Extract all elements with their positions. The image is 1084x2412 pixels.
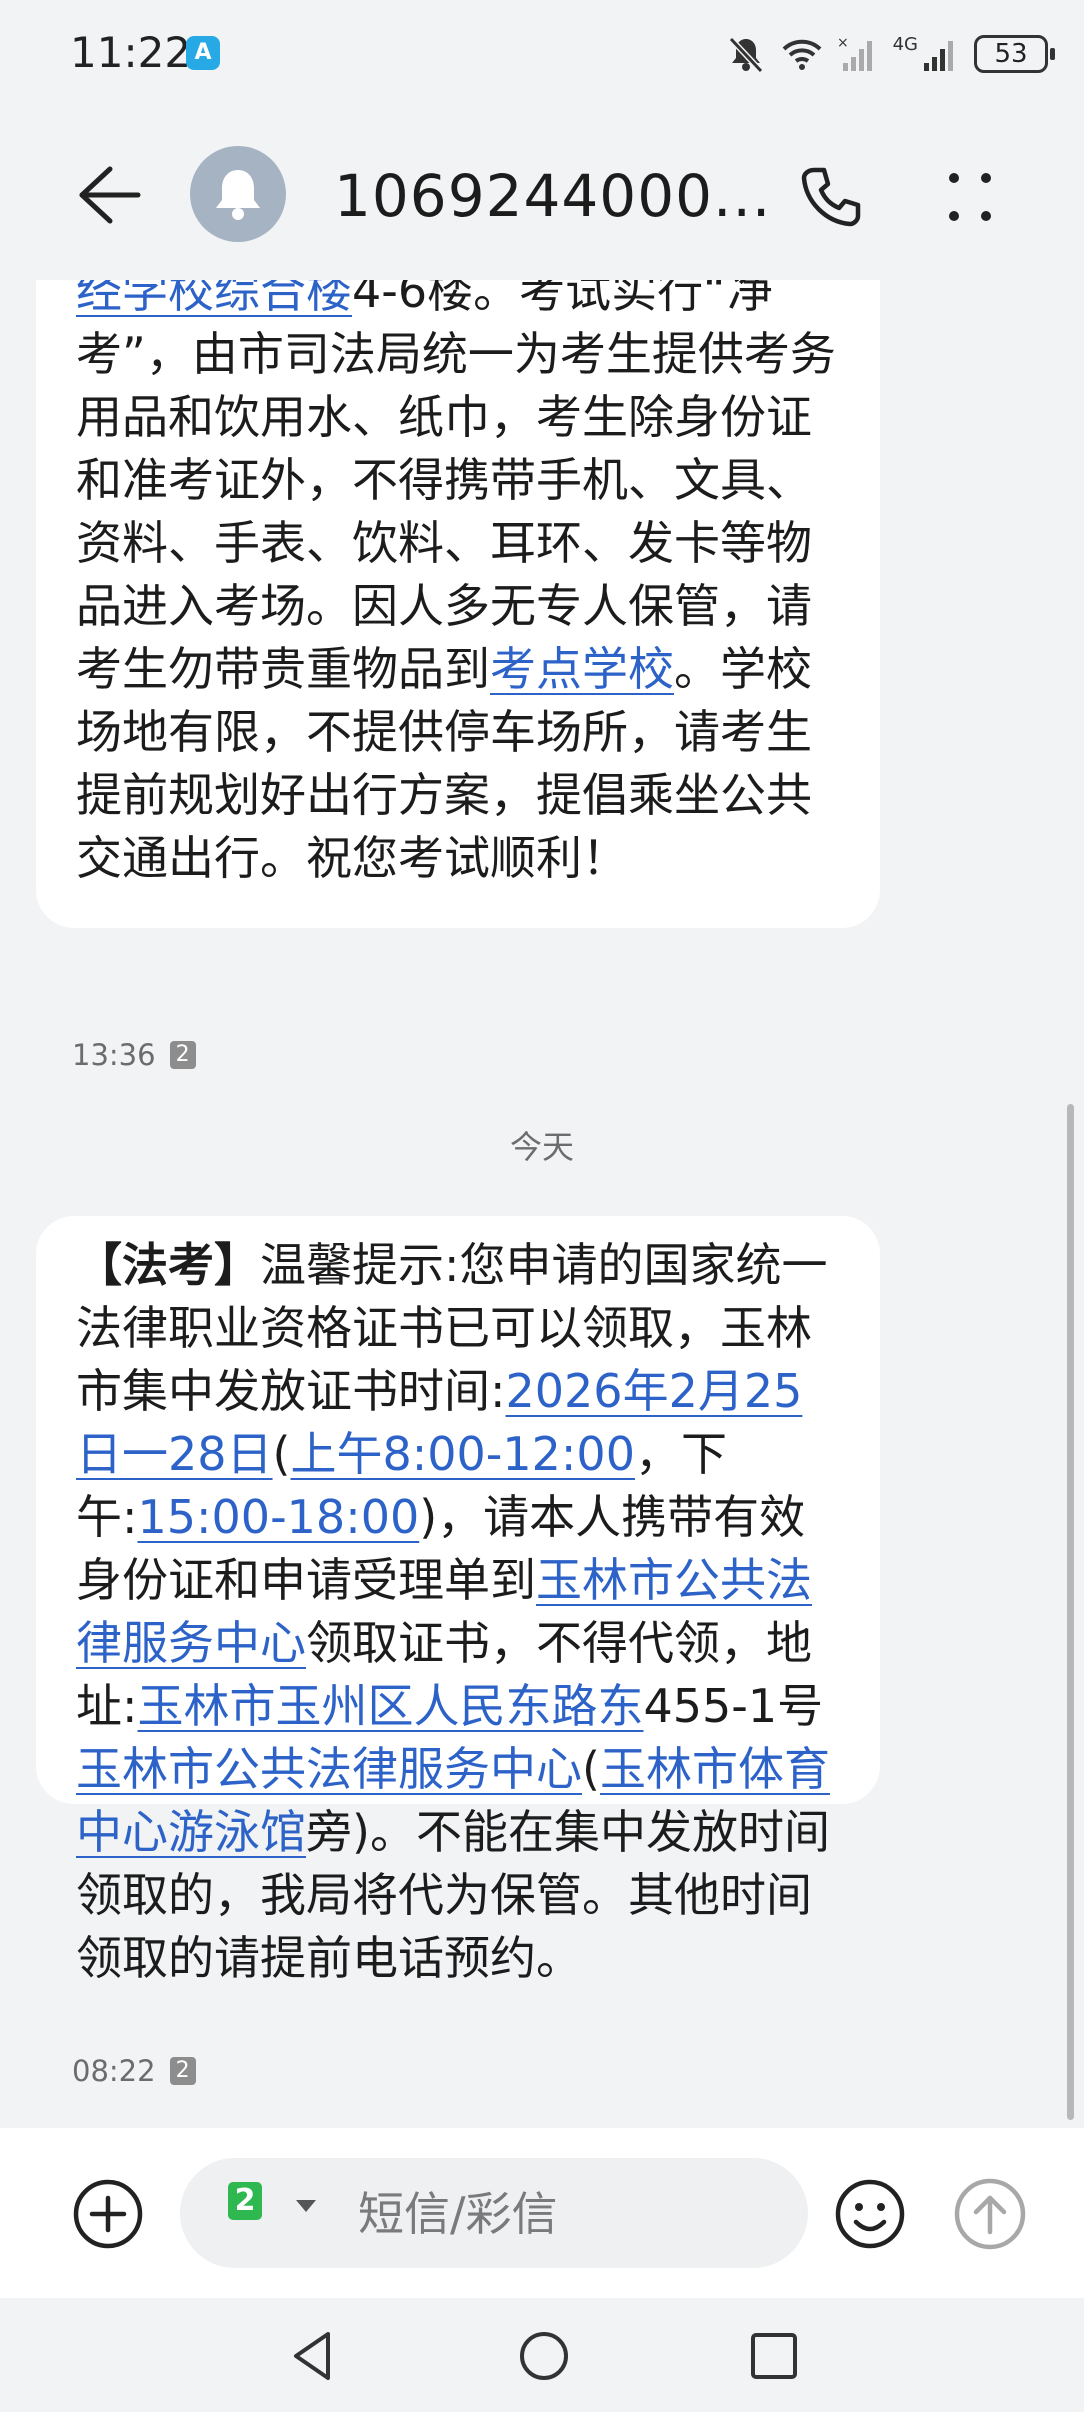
message-time: 08:22 xyxy=(72,2054,156,2088)
message-input[interactable] xyxy=(356,2180,780,2248)
more-vertical-icon[interactable] xyxy=(940,158,1000,238)
message-text: ( xyxy=(582,1742,600,1796)
emoji-icon[interactable] xyxy=(834,2178,906,2250)
svg-text:×: × xyxy=(837,35,849,51)
bell-icon xyxy=(216,170,260,220)
contact-name[interactable]: 1069244000... xyxy=(334,162,771,230)
phone-icon[interactable] xyxy=(796,162,866,232)
message-time: 13:36 xyxy=(72,1038,156,1072)
message-input-wrapper: 2 1 xyxy=(180,2158,808,2268)
message-link[interactable]: 考点学校 xyxy=(490,642,674,696)
network-type-label: 4G xyxy=(892,33,918,55)
status-icons: × 4G 53 xyxy=(725,30,1055,78)
contact-avatar[interactable] xyxy=(190,146,286,242)
nav-home-icon[interactable] xyxy=(514,2326,574,2386)
nav-back-icon[interactable] xyxy=(284,2326,344,2386)
message-link-place[interactable]: 玉林市公共法律服务中心 xyxy=(76,1742,582,1796)
caret-down-icon xyxy=(296,2200,316,2212)
send-arrow-icon[interactable] xyxy=(952,2176,1028,2252)
sim-selector[interactable]: 2 1 xyxy=(228,2182,318,2242)
nav-recent-icon[interactable] xyxy=(744,2326,804,2386)
message-meta: 08:22 2 xyxy=(72,2054,196,2088)
sim-card-badge: 2 xyxy=(169,1041,196,1069)
sim-card-badge: 2 xyxy=(169,2057,196,2085)
mute-bell-icon xyxy=(728,36,763,74)
message-text: 455-1号 xyxy=(643,1679,824,1733)
message-tag: 【法考】 xyxy=(76,1238,260,1292)
message-bubble[interactable]: 【法考】温馨提示:您申请的国家统一法律职业资格证书已可以领取，玉林市集中发放证书… xyxy=(36,1216,880,1985)
status-bar: 11:22 A × 4G 53 xyxy=(0,0,1084,110)
message-link[interactable]: 经学校综合楼 xyxy=(76,280,352,318)
battery-indicator: 53 xyxy=(974,35,1055,73)
compose-bar: 2 1 xyxy=(0,2128,1084,2298)
message-text: 4-6楼。考试实行“净考”，由市司法局统一为考生提供考务用品和饮用水、纸巾，考生… xyxy=(76,280,836,696)
message-bubble[interactable]: 经学校综合楼4-6楼。考试实行“净考”，由市司法局统一为考生提供考务用品和饮用水… xyxy=(36,280,880,928)
app-notification-icon: A xyxy=(186,36,220,70)
message-link-time[interactable]: 上午8:00-12:00 xyxy=(291,1427,635,1481)
scrollbar[interactable] xyxy=(1067,1104,1074,2120)
date-separator: 今天 xyxy=(509,1128,574,1166)
message-link-time[interactable]: 15:00-18:00 xyxy=(138,1490,420,1544)
wifi-icon xyxy=(782,39,821,70)
conversation-header: 1069244000... xyxy=(0,110,1084,280)
message-link-address[interactable]: 玉林市玉州区人民东路东 xyxy=(138,1679,644,1733)
back-arrow-icon[interactable] xyxy=(70,155,150,235)
add-circle-icon[interactable] xyxy=(72,2178,144,2250)
status-time: 11:22 xyxy=(70,28,192,77)
message-text: ( xyxy=(272,1427,291,1481)
system-nav-bar xyxy=(0,2298,1084,2412)
message-meta: 13:36 2 xyxy=(72,1038,196,1072)
message-list[interactable]: 经学校综合楼4-6楼。考试实行“净考”，由市司法局统一为考生提供考务用品和饮用水… xyxy=(0,280,1084,2128)
signal-icon-sim2 xyxy=(924,41,953,71)
signal-icon-sim1: × xyxy=(837,35,872,71)
sim-2-badge: 2 xyxy=(228,2182,262,2220)
